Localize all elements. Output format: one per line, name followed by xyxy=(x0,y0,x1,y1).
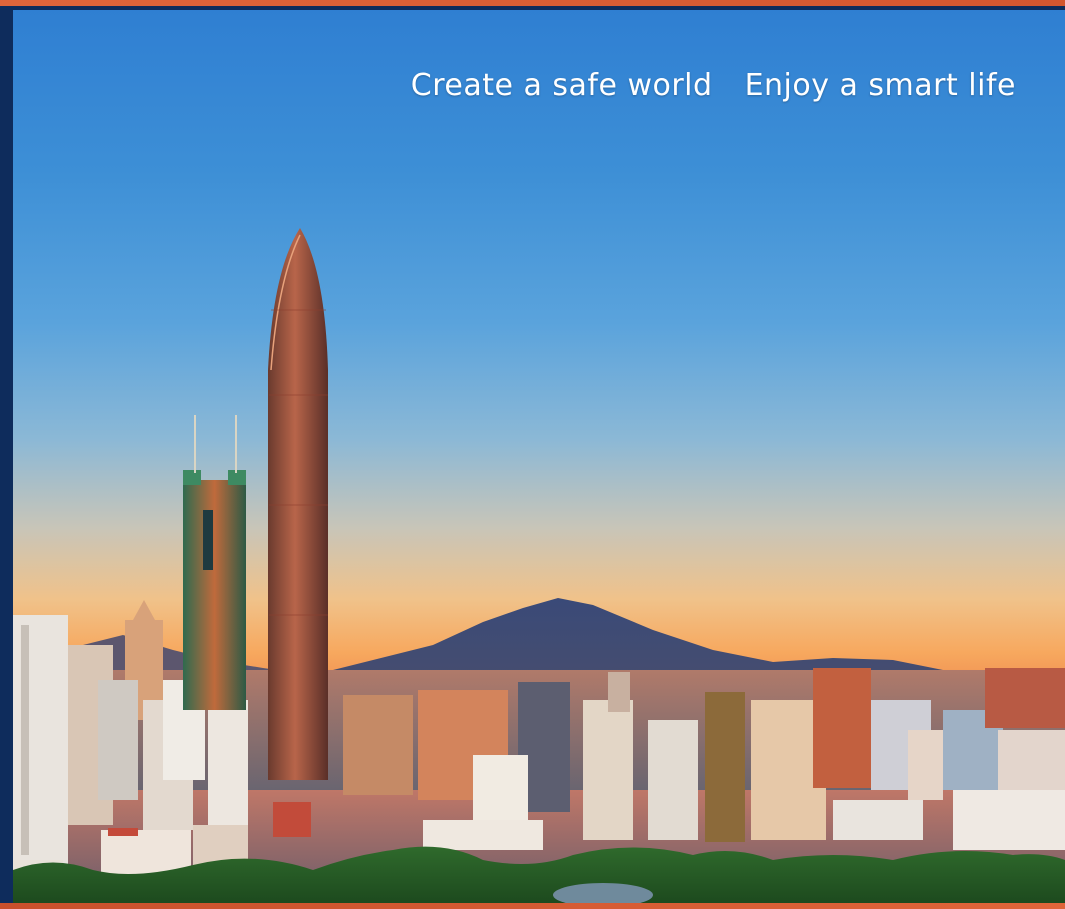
tagline: Create a safe world Enjoy a smart life xyxy=(411,68,1016,103)
twin-spire-tower xyxy=(183,415,246,710)
skyline-photo: Create a safe world Enjoy a smart life xyxy=(13,10,1065,903)
bottom-accent-band xyxy=(0,903,1065,909)
main-tower xyxy=(268,228,328,780)
tagline-part-2: Enjoy a smart life xyxy=(744,68,1016,103)
skyline-illustration xyxy=(13,228,1065,903)
tagline-part-1: Create a safe world xyxy=(410,68,713,103)
banner-frame: Create a safe world Enjoy a smart life xyxy=(0,0,1065,909)
top-accent-band xyxy=(0,0,1065,6)
